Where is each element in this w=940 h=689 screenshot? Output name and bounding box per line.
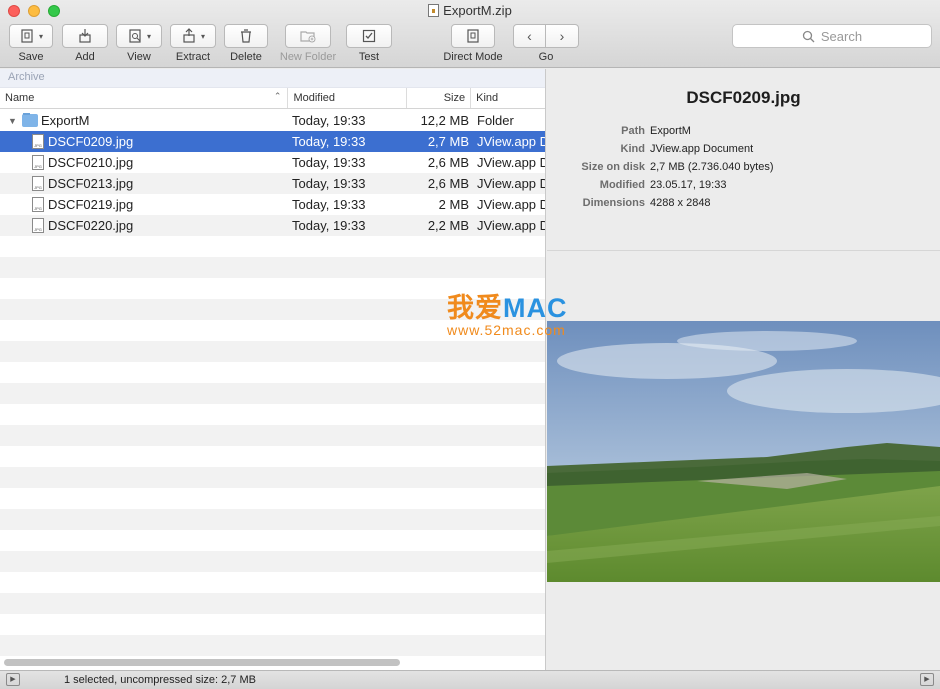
chevron-left-icon: ‹ [527, 28, 532, 44]
extract-tool[interactable]: ▾ Extract [170, 24, 216, 63]
extract-label: Extract [175, 51, 211, 63]
column-size[interactable]: Size [407, 88, 472, 108]
landscape-photo [547, 321, 940, 582]
direct-mode-icon [467, 29, 479, 43]
table-row[interactable]: DSCF0219.jpg Today, 19:33 2 MB JView.app… [0, 194, 545, 215]
preview-title: DSCF0209.jpg [686, 88, 801, 107]
preview-pane: DSCF0209.jpg Path ExportM Kind JView.app D… [547, 69, 940, 670]
test-label: Test [358, 51, 380, 63]
add-label: Add [75, 51, 95, 63]
delete-button[interactable] [224, 24, 268, 48]
toggle-panel-left-icon[interactable]: ▶ [6, 673, 20, 686]
save-tool[interactable]: ▾ Save [9, 24, 53, 63]
image-preview [547, 321, 940, 582]
file-list-pane: Archive Name ⌃ Modified Size Kind ▼ Export… [0, 69, 546, 670]
add-button[interactable] [62, 24, 108, 48]
save-label: Save [18, 51, 44, 63]
jpg-file-icon [32, 176, 44, 191]
chevron-down-icon: ▾ [38, 31, 43, 41]
window-title: ExportM.zip [0, 3, 940, 18]
table-row-selected[interactable]: DSCF0209.jpg Today, 19:33 2,7 MB JView.a… [0, 131, 545, 152]
column-name[interactable]: Name ⌃ [0, 88, 289, 108]
direct-mode-button[interactable] [451, 24, 495, 48]
toggle-panel-right-icon[interactable]: ▶ [920, 673, 934, 686]
jpg-file-icon [32, 155, 44, 170]
column-kind[interactable]: Kind [471, 88, 545, 108]
new-folder-button[interactable] [285, 24, 331, 48]
table-row[interactable]: DSCF0210.jpg Today, 19:33 2,6 MB JView.a… [0, 152, 545, 173]
trash-icon [241, 29, 251, 43]
horizontal-scrollbar[interactable] [4, 659, 400, 666]
info-row-size: Size on disk 2,7 MB (2.736.040 bytes) [581, 161, 774, 173]
delete-label: Delete [230, 51, 262, 63]
view-button[interactable]: ▾ [116, 24, 162, 48]
disclosure-triangle-icon[interactable]: ▼ [8, 116, 22, 126]
go-label: Go [538, 51, 554, 63]
chevron-right-icon: › [559, 28, 565, 44]
quicklook-icon [129, 29, 141, 43]
save-button[interactable]: ▾ [9, 24, 53, 48]
direct-mode-label: Direct Mode [443, 51, 503, 63]
add-tool[interactable]: Add [62, 24, 108, 63]
info-row-modified: Modified 23.05.17, 19:33 [599, 179, 727, 191]
test-tool[interactable]: Test [346, 24, 392, 63]
view-label: View [127, 51, 151, 63]
column-modified[interactable]: Modified [288, 88, 408, 108]
divider [547, 250, 940, 251]
table-row[interactable]: ▼ ExportM Today, 19:33 12,2 MB Folder [0, 110, 545, 131]
add-archive-icon [79, 29, 91, 43]
file-rows: ▼ExportM Today, 19:33 12,2 MB Folder DSC… [0, 110, 545, 670]
search-icon [802, 30, 815, 42]
checkmark-icon [362, 29, 376, 43]
file-info: Path ExportM Kind JView.app Document Size … [547, 122, 940, 212]
new-folder-tool[interactable]: New Folder [278, 24, 338, 63]
jpg-file-icon [32, 197, 44, 212]
direct-mode-tool[interactable]: Direct Mode [440, 24, 506, 63]
forward-button[interactable]: › [546, 24, 579, 48]
watermark: 我爱MAC www.52mac.com [447, 293, 568, 338]
info-row-kind: Kind JView.app Document [620, 143, 754, 155]
search-placeholder: Search [820, 28, 863, 44]
view-tool[interactable]: ▾ View [116, 24, 162, 63]
column-header: Name ⌃ Modified Size Kind [0, 88, 545, 109]
title-bar: ExportM.zip ▾ Save Add ▾ View ▾ Extract [0, 0, 940, 68]
archive-header: Archive [0, 69, 545, 88]
search-field[interactable]: Search [732, 24, 932, 48]
info-row-dimensions: Dimensions 4288 x 2848 [582, 197, 711, 209]
chevron-down-icon: ▾ [200, 31, 205, 41]
test-button[interactable] [346, 24, 392, 48]
chevron-down-icon: ▾ [146, 31, 151, 41]
new-folder-label: New Folder [279, 51, 337, 63]
jpg-file-icon [32, 134, 44, 149]
folder-icon [22, 113, 38, 127]
extract-icon [183, 28, 195, 43]
save-icon [21, 29, 33, 43]
back-button[interactable]: ‹ [513, 24, 546, 48]
table-row[interactable]: DSCF0220.jpg Today, 19:33 2,2 MB JView.a… [0, 215, 545, 236]
status-bar: ▶ 1 selected, uncompressed size: 2,7 MB … [0, 670, 940, 689]
delete-tool[interactable]: Delete [224, 24, 268, 63]
zip-file-icon [428, 4, 440, 17]
table-row[interactable]: DSCF0213.jpg Today, 19:33 2,6 MB JView.a… [0, 173, 545, 194]
new-folder-icon [300, 31, 316, 43]
jpg-file-icon [32, 218, 44, 233]
info-row-path: Path ExportM [621, 125, 691, 137]
sort-ascending-icon: ⌃ [273, 91, 282, 101]
status-text: 1 selected, uncompressed size: 2,7 MB [64, 674, 256, 686]
go-tool: ‹ › Go [513, 24, 579, 63]
extract-button[interactable]: ▾ [170, 24, 216, 48]
